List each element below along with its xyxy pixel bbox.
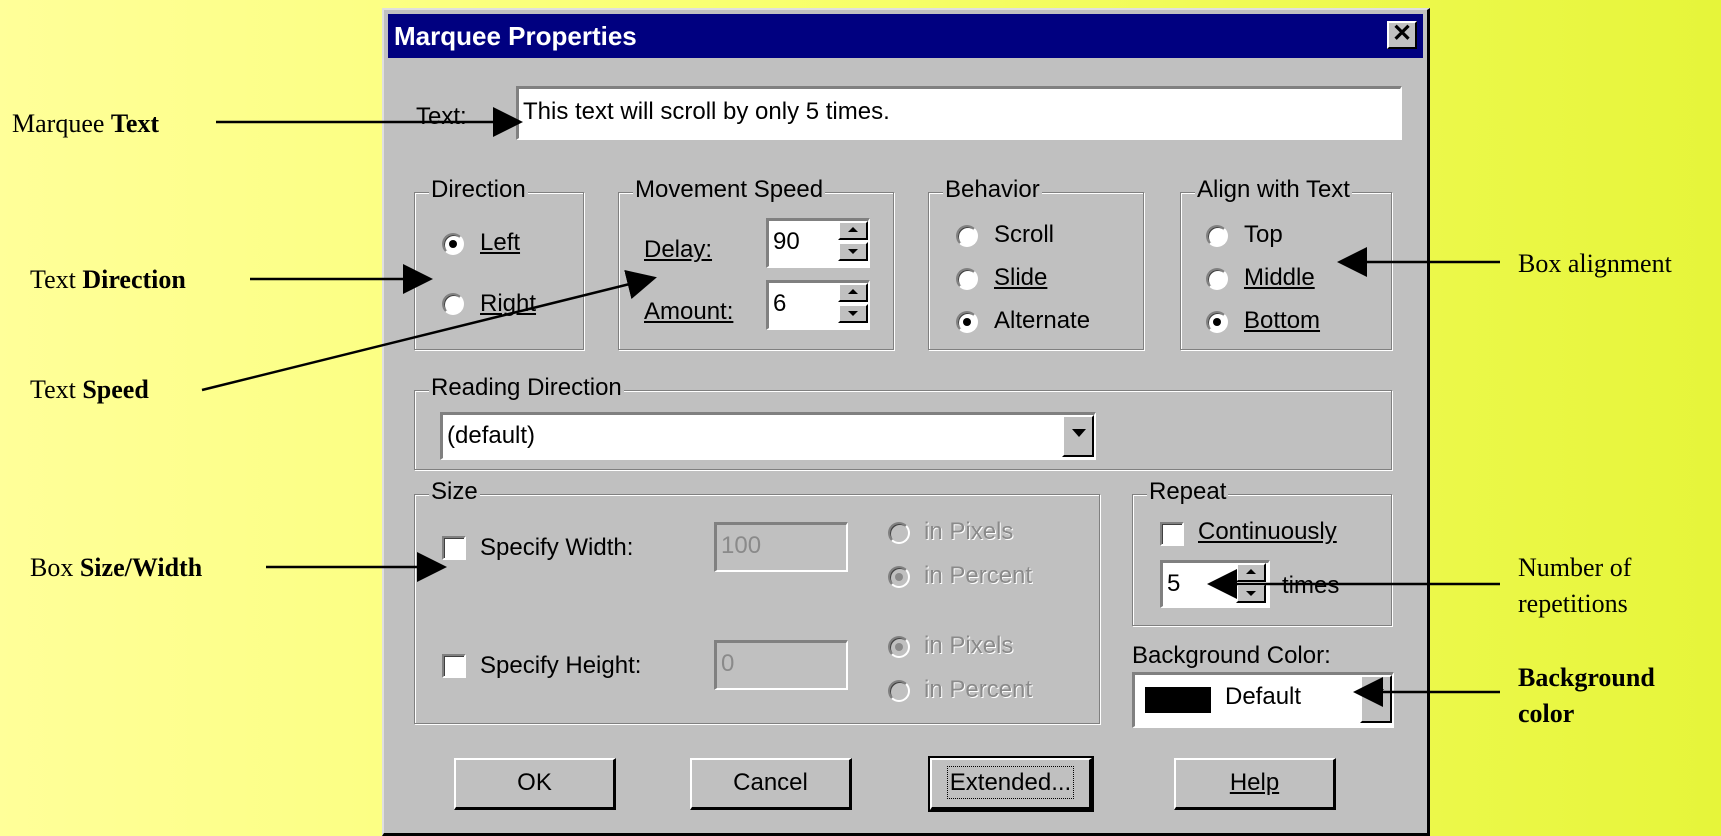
annotation-bold: Direction	[82, 265, 186, 294]
delay-label: Delay:	[644, 236, 713, 263]
specify-width-label: Specify Width:	[480, 534, 634, 561]
annotation-bold: Speed	[82, 375, 149, 404]
amount-label: Amount:	[644, 298, 734, 325]
annotation-text-speed: Text Speed	[30, 372, 149, 408]
annotation-prefix: Marquee	[12, 109, 111, 138]
direction-left-label: Left	[480, 229, 521, 256]
dialog-title: Marquee Properties	[394, 21, 637, 51]
repeat-times-spinner	[1236, 563, 1266, 605]
marquee-properties-dialog: Marquee Properties ✕ Text: This text wil…	[382, 8, 1430, 836]
annotation-line: Number of	[1518, 553, 1632, 582]
continuously-checkbox[interactable]	[1160, 522, 1184, 546]
specify-width-checkbox[interactable]	[442, 536, 466, 560]
behavior-alternate-label: Alternate	[994, 307, 1091, 334]
annotation-bold: Size	[79, 553, 125, 582]
annotation-bold: Width	[131, 553, 203, 582]
height-in-pixels-label: in Pixels	[924, 632, 1014, 659]
align-middle-label: Middle	[1244, 264, 1315, 291]
specify-height-label: Specify Height:	[480, 652, 642, 679]
annotation-box-size: Box Size/Width	[30, 550, 202, 586]
amount-down-arrow-icon[interactable]	[838, 304, 868, 323]
reading-direction-select[interactable]: (default)	[440, 412, 1096, 460]
height-in-pixels-radio[interactable]	[888, 636, 910, 658]
ok-button-label: OK	[517, 769, 552, 796]
help-button[interactable]: Help	[1174, 758, 1336, 810]
reading-direction-dropdown-arrow-icon[interactable]	[1062, 415, 1094, 457]
reading-direction-group-title: Reading Direction	[429, 374, 624, 402]
ok-button[interactable]: OK	[454, 758, 616, 810]
extended-button[interactable]: Extended...	[928, 756, 1094, 812]
direction-right-radio[interactable]	[442, 293, 464, 315]
behavior-slide-radio[interactable]	[956, 268, 978, 290]
close-button[interactable]: ✕	[1387, 21, 1417, 49]
annotation-line: Background	[1518, 663, 1655, 692]
background-color-select[interactable]: Default	[1132, 672, 1394, 728]
annotation-text: Box alignment	[1518, 249, 1672, 278]
direction-right-label: Right	[480, 290, 537, 317]
title-bar[interactable]: Marquee Properties ✕	[388, 14, 1423, 58]
annotation-bold: Text	[110, 109, 160, 138]
annotation-text-direction: Text Direction	[30, 262, 186, 298]
close-icon: ✕	[1391, 20, 1413, 47]
cancel-button[interactable]: Cancel	[690, 758, 852, 810]
behavior-slide-label: Slide	[994, 264, 1048, 291]
direction-group: Direction	[414, 176, 584, 350]
annotation-prefix: Text	[30, 375, 83, 404]
movement-speed-group-title: Movement Speed	[633, 176, 826, 204]
times-label: times	[1282, 572, 1340, 599]
width-input[interactable]: 100	[714, 522, 848, 572]
height-input[interactable]: 0	[714, 640, 848, 690]
behavior-group-title: Behavior	[943, 176, 1042, 204]
direction-left-radio[interactable]	[442, 233, 464, 255]
behavior-scroll-radio[interactable]	[956, 225, 978, 247]
repeat-up-arrow-icon[interactable]	[1236, 563, 1266, 582]
annotation-repetitions: Number of repetitions	[1518, 550, 1631, 622]
annotation-line: color	[1518, 699, 1575, 728]
amount-up-arrow-icon[interactable]	[838, 283, 868, 302]
cancel-button-label: Cancel	[733, 769, 808, 796]
delay-down-arrow-icon[interactable]	[838, 242, 868, 261]
annotation-prefix: Box	[30, 553, 80, 582]
align-bottom-label: Bottom	[1244, 307, 1321, 334]
annotation-background-color: Background color	[1518, 660, 1655, 732]
direction-group-title: Direction	[429, 176, 528, 204]
annotation-separator: /	[124, 553, 132, 582]
width-in-pixels-radio[interactable]	[888, 522, 910, 544]
align-group-title: Align with Text	[1195, 176, 1352, 204]
amount-spinner	[838, 283, 868, 327]
size-group-title: Size	[429, 478, 480, 506]
background-color-dropdown-arrow-icon[interactable]	[1360, 675, 1392, 723]
repeat-down-arrow-icon[interactable]	[1236, 584, 1266, 603]
behavior-scroll-label: Scroll	[994, 221, 1055, 248]
background-color-label: Background Color:	[1132, 642, 1331, 669]
background-color-value: Default	[1225, 683, 1302, 710]
align-middle-radio[interactable]	[1206, 268, 1228, 290]
height-in-percent-label: in Percent	[924, 676, 1033, 703]
delay-up-arrow-icon[interactable]	[838, 221, 868, 240]
width-in-percent-radio[interactable]	[888, 566, 910, 588]
continuously-label: Continuously	[1198, 518, 1337, 545]
behavior-alternate-radio[interactable]	[956, 311, 978, 333]
color-swatch	[1145, 687, 1211, 713]
width-in-pixels-label: in Pixels	[924, 518, 1014, 545]
height-in-percent-radio[interactable]	[888, 680, 910, 702]
annotation-line: repetitions	[1518, 589, 1628, 618]
extended-button-label: Extended...	[946, 766, 1075, 799]
align-bottom-radio[interactable]	[1206, 311, 1228, 333]
annotation-box-alignment: Box alignment	[1518, 246, 1672, 282]
delay-spinner	[838, 221, 868, 265]
text-label: Text:	[416, 103, 467, 130]
align-top-label: Top	[1244, 221, 1283, 248]
marquee-text-input[interactable]: This text will scroll by only 5 times.	[516, 86, 1402, 140]
help-button-label: Help	[1229, 769, 1280, 796]
repeat-group-title: Repeat	[1147, 478, 1229, 506]
width-in-percent-label: in Percent	[924, 562, 1033, 589]
align-top-radio[interactable]	[1206, 225, 1228, 247]
annotation-marquee-text: Marquee Text	[12, 106, 159, 142]
specify-height-checkbox[interactable]	[442, 654, 466, 678]
annotation-prefix: Text	[30, 265, 83, 294]
